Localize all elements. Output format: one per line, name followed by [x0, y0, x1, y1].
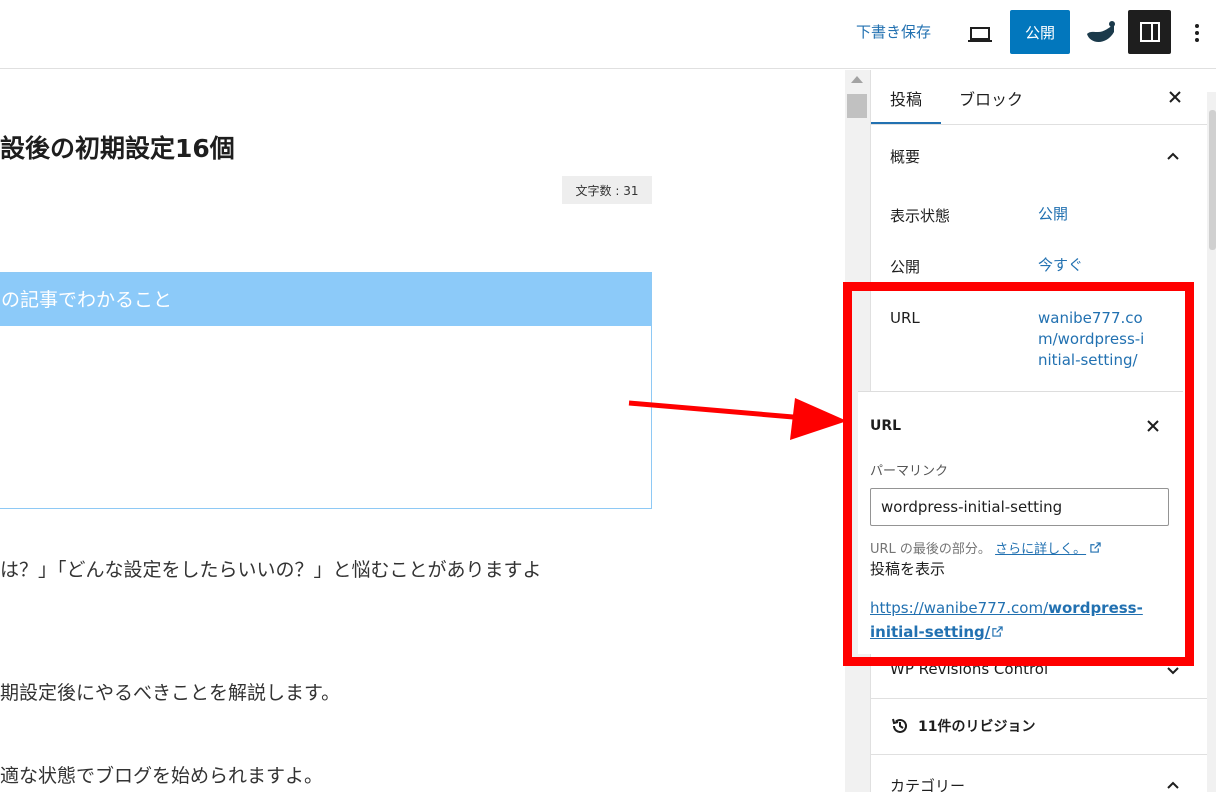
divider — [871, 754, 1216, 755]
editor-header: 下書き保存 公開 — [0, 0, 1216, 69]
post-title[interactable]: 設後の初期設定16個 — [0, 129, 235, 165]
brand-icon[interactable] — [1084, 16, 1118, 48]
visibility-label: 表示状態 — [890, 207, 951, 225]
summary-box-heading[interactable]: の記事でわかること — [0, 273, 651, 326]
save-draft-button[interactable]: 下書き保存 — [856, 21, 931, 42]
summary-panel-title[interactable]: 概要 — [890, 146, 920, 167]
paragraph-block[interactable]: 適な状態でブログを始められますよ。 — [0, 761, 323, 788]
visibility-link[interactable]: 公開 — [1038, 204, 1068, 225]
more-vertical-icon[interactable] — [1186, 18, 1208, 48]
revisions-link[interactable]: 11件のリビジョン — [890, 716, 1035, 736]
editor-scrollbar-thumb[interactable] — [847, 94, 867, 118]
divider — [871, 124, 1216, 125]
word-count-badge: 文字数 : 31 — [562, 176, 652, 204]
tab-post[interactable]: 投稿 — [890, 86, 922, 110]
scroll-up-arrow-icon[interactable] — [851, 76, 863, 83]
paragraph-block[interactable]: は？」「どんな設定をしたらいいの？」と悩むことがありますよ — [0, 555, 542, 582]
chevron-up-icon[interactable] — [1165, 148, 1181, 164]
close-icon[interactable] — [1165, 87, 1185, 107]
category-panel-title[interactable]: カテゴリー — [890, 775, 965, 792]
publish-label: 公開 — [890, 258, 921, 276]
red-arrow-annotation — [628, 398, 847, 440]
sidebar-scrollbar-thumb[interactable] — [1209, 110, 1216, 250]
publish-button[interactable]: 公開 — [1010, 10, 1070, 54]
red-highlight-frame — [843, 282, 1194, 666]
tab-block[interactable]: ブロック — [959, 86, 1023, 110]
chevron-up-icon[interactable] — [1165, 777, 1181, 792]
sidebar-toggle-icon[interactable] — [1128, 10, 1171, 54]
summary-box-block[interactable]: の記事でわかること — [0, 272, 652, 509]
laptop-preview-icon[interactable] — [966, 20, 994, 48]
divider — [871, 698, 1216, 699]
publish-date-link[interactable]: 今すぐ — [1038, 255, 1083, 276]
paragraph-block[interactable]: 期設定後にやるべきことを解説します。 — [0, 678, 340, 705]
revisions-label: 11件のリビジョン — [918, 719, 1036, 735]
history-icon — [892, 718, 907, 733]
